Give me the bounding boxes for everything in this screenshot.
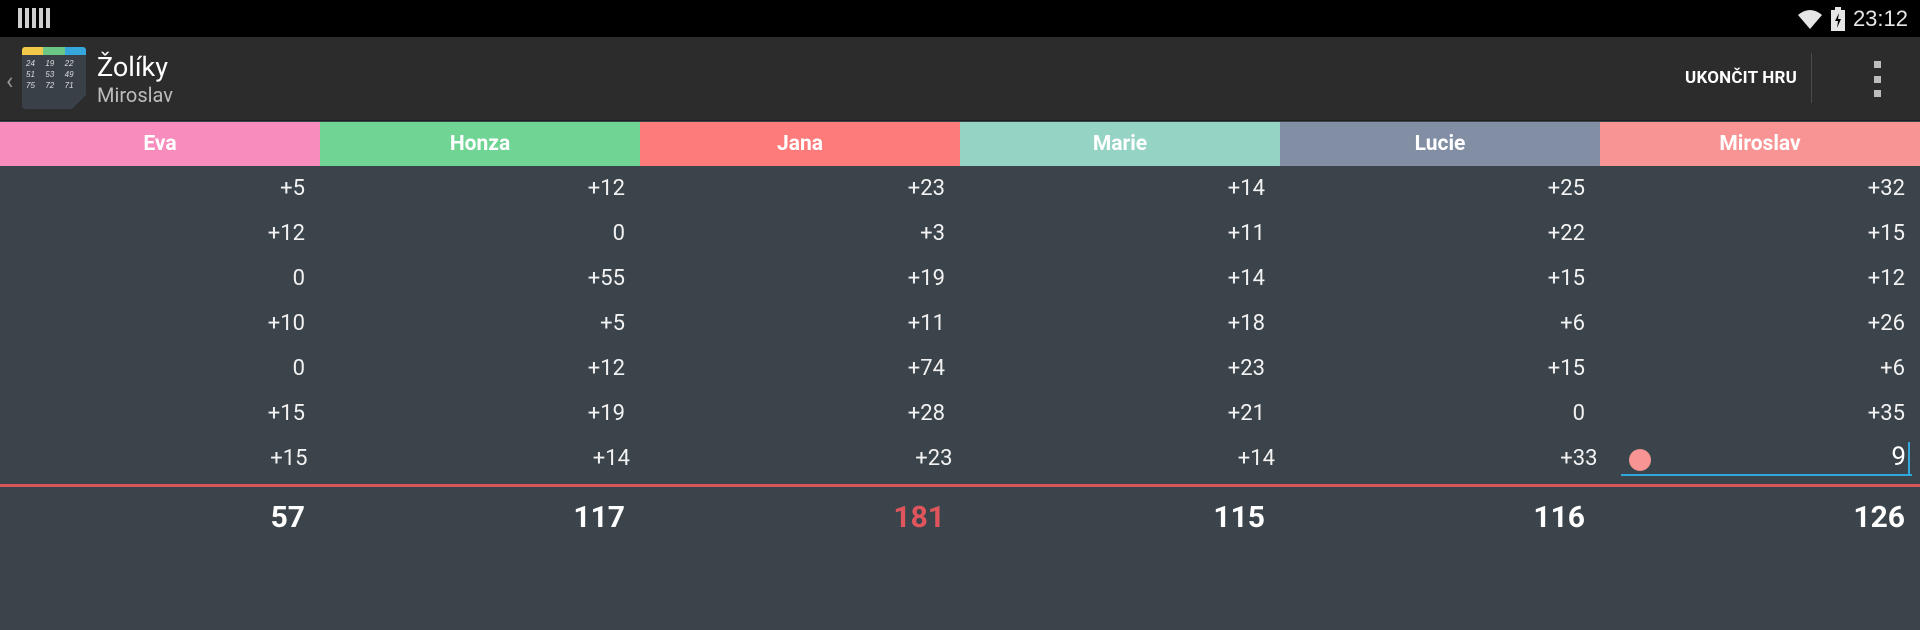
totals-row: 57 117 181 115 116 126 — [0, 487, 1920, 549]
score-cell[interactable]: +15 — [1280, 346, 1600, 391]
total-score-miroslav: 126 — [1853, 500, 1905, 535]
status-bar: 23:12 — [0, 0, 1920, 37]
score-cell[interactable]: +14 — [960, 166, 1280, 211]
score-cell[interactable]: +15 — [0, 436, 323, 481]
score-cell[interactable]: +15 — [1280, 256, 1600, 301]
player-header-honza[interactable]: Honza — [320, 122, 640, 166]
player-header-eva[interactable]: Eva — [0, 122, 320, 166]
score-cell[interactable]: 0 — [1280, 391, 1600, 436]
app-icon-number: 49 — [64, 70, 74, 79]
app-icon-number: 72 — [45, 81, 55, 90]
score-input-cell: 9 — [1613, 436, 1920, 481]
player-header-lucie[interactable]: Lucie — [1280, 122, 1600, 166]
score-cell[interactable]: +12 — [0, 211, 320, 256]
app-icon-number: 75 — [26, 81, 35, 90]
score-cell[interactable]: +33 — [1290, 436, 1613, 481]
score-cell[interactable]: +32 — [1600, 166, 1920, 211]
total-score-jana: 181 — [893, 500, 945, 535]
score-cell[interactable]: +3 — [640, 211, 960, 256]
score-cell[interactable]: +74 — [640, 346, 960, 391]
player-header-marie[interactable]: Marie — [960, 122, 1280, 166]
battery-icon — [1830, 7, 1845, 31]
score-cell[interactable]: +15 — [0, 391, 320, 436]
score-row: 0 +55 +19 +14 +15 +12 — [0, 256, 1920, 301]
score-cell[interactable]: +5 — [0, 166, 320, 211]
app-title: Žolíky — [97, 51, 169, 83]
score-input[interactable]: 9 — [1620, 442, 1912, 476]
score-cell[interactable]: +14 — [960, 256, 1280, 301]
end-game-button[interactable]: UKONČIT HRU — [1685, 53, 1812, 103]
score-row: +15 +19 +28 +21 0 +35 — [0, 391, 1920, 436]
app-logo-icon[interactable]: 24 19 22 51 53 49 75 72 71 — [22, 47, 86, 109]
score-cell[interactable]: +12 — [320, 346, 640, 391]
notification-bars-icon — [18, 8, 50, 28]
total-score-honza: 117 — [573, 500, 625, 535]
score-row: +10 +5 +11 +18 +6 +26 — [0, 301, 1920, 346]
app-icon-number: 51 — [26, 70, 35, 79]
score-cell[interactable]: +6 — [1280, 301, 1600, 346]
clock: 23:12 — [1852, 6, 1908, 31]
score-cell[interactable]: +35 — [1600, 391, 1920, 436]
score-row: 0 +12 +74 +23 +15 +6 — [0, 346, 1920, 391]
app-icon-number: 24 — [26, 59, 35, 68]
score-cell[interactable]: +19 — [320, 391, 640, 436]
wifi-icon — [1797, 10, 1822, 29]
overflow-menu-icon[interactable] — [1870, 61, 1884, 97]
score-row: +15 +14 +23 +14 +33 9 — [0, 436, 1920, 481]
player-header-jana[interactable]: Jana — [640, 122, 960, 166]
score-cell[interactable]: +10 — [0, 301, 320, 346]
score-cell[interactable]: +23 — [645, 436, 968, 481]
score-cell[interactable]: +18 — [960, 301, 1280, 346]
total-score-eva: 57 — [270, 500, 305, 535]
score-cell[interactable]: +11 — [640, 301, 960, 346]
app-icon-number: 19 — [45, 59, 55, 68]
score-cell[interactable]: +5 — [320, 301, 640, 346]
score-cell[interactable]: +21 — [960, 391, 1280, 436]
score-cell[interactable]: +15 — [1600, 211, 1920, 256]
total-score-lucie: 116 — [1533, 500, 1585, 535]
app-icon-number: 22 — [64, 59, 74, 68]
player-header-miroslav[interactable]: Miroslav — [1600, 122, 1920, 166]
score-row: +5 +12 +23 +14 +25 +32 — [0, 166, 1920, 211]
app-icon-number: 53 — [45, 70, 55, 79]
player-header-row: Eva Honza Jana Marie Lucie Miroslav — [0, 122, 1920, 166]
score-cell[interactable]: +14 — [323, 436, 646, 481]
score-cell[interactable]: +23 — [640, 166, 960, 211]
app-icon-number: 71 — [64, 81, 74, 90]
score-table: +5 +12 +23 +14 +25 +32 +12 0 +3 +11 +22 +15 0 +55 +19 +… — [0, 166, 1920, 481]
score-cell[interactable]: +25 — [1280, 166, 1600, 211]
score-cell[interactable]: +28 — [640, 391, 960, 436]
score-cell[interactable]: +22 — [1280, 211, 1600, 256]
score-cell[interactable]: +14 — [968, 436, 1291, 481]
score-cell[interactable]: +12 — [320, 166, 640, 211]
score-row: +12 0 +3 +11 +22 +15 — [0, 211, 1920, 256]
score-cell[interactable]: +55 — [320, 256, 640, 301]
score-cell[interactable]: +12 — [1600, 256, 1920, 301]
score-cell[interactable]: 0 — [0, 256, 320, 301]
total-score-marie: 115 — [1213, 500, 1265, 535]
score-cell[interactable]: 0 — [320, 211, 640, 256]
score-cell[interactable]: 0 — [0, 346, 320, 391]
score-cell[interactable]: +26 — [1600, 301, 1920, 346]
score-cell[interactable]: +6 — [1600, 346, 1920, 391]
score-cell[interactable]: +23 — [960, 346, 1280, 391]
score-cell[interactable]: +19 — [640, 256, 960, 301]
app-subtitle: Miroslav — [97, 83, 173, 107]
back-chevron-icon[interactable]: ‹ — [6, 67, 13, 95]
action-bar: ‹ 24 19 22 51 53 49 75 72 71 Žolíky Miroslav UKO… — [0, 37, 1920, 121]
score-cell[interactable]: +11 — [960, 211, 1280, 256]
